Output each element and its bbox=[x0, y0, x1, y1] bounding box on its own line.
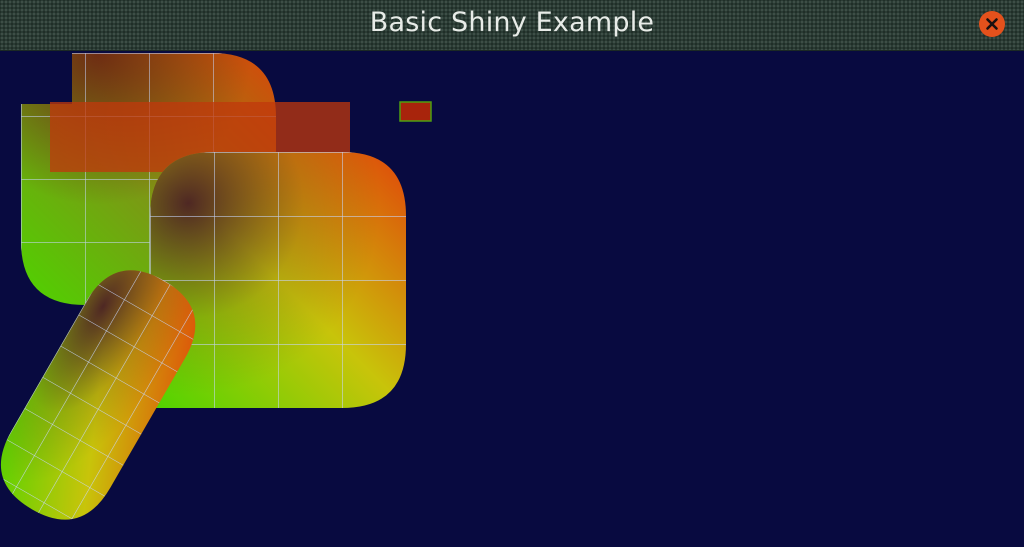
app-window: Basic Shiny Example bbox=[0, 0, 1024, 547]
close-button[interactable] bbox=[979, 11, 1005, 37]
window-title: Basic Shiny Example bbox=[369, 7, 655, 38]
render-canvas bbox=[0, 53, 432, 520]
main-tile bbox=[150, 152, 406, 408]
titlebar: Basic Shiny Example bbox=[0, 0, 1024, 51]
close-icon bbox=[986, 18, 998, 30]
small-rect bbox=[399, 101, 432, 122]
